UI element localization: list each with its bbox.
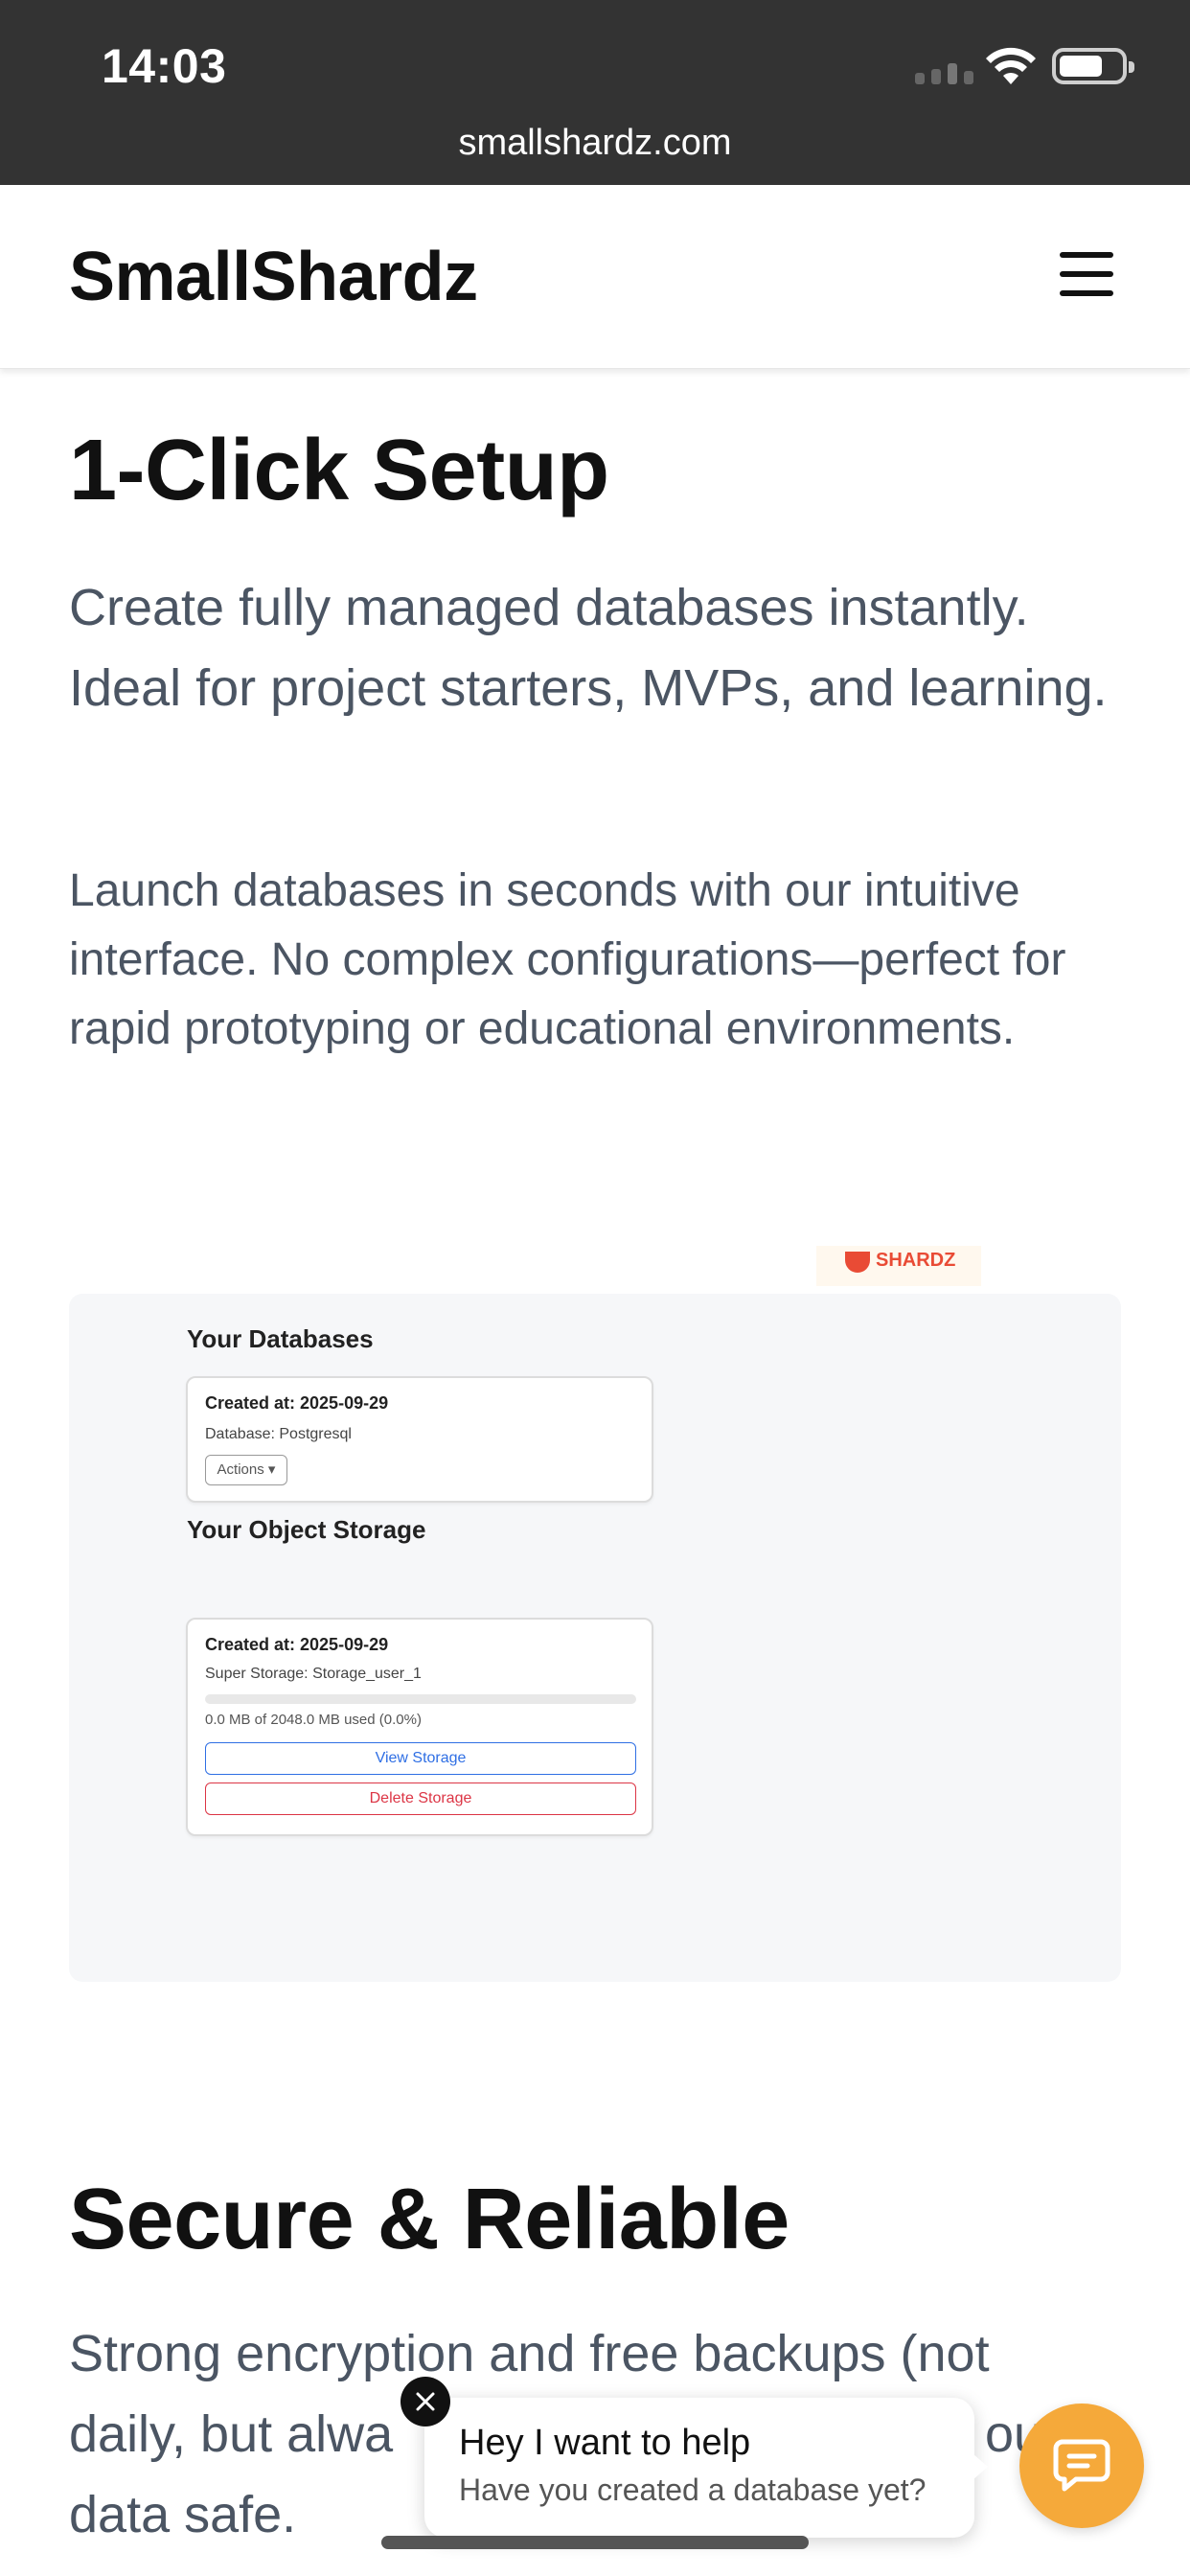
databases-heading: Your Databases xyxy=(187,1324,374,1353)
actions-dropdown: Actions ▾ xyxy=(205,1455,287,1485)
view-storage-button: View Storage xyxy=(205,1742,636,1775)
section-lead-setup: Create fully managed databases instantly… xyxy=(69,579,1108,717)
hamburger-menu-icon[interactable] xyxy=(1060,252,1113,296)
storage-usage-text: 0.0 MB of 2048.0 MB used (0.0%) xyxy=(205,1712,422,1728)
object-storage-heading: Your Object Storage xyxy=(187,1515,426,1544)
section-title-setup: 1-Click Setup xyxy=(69,423,609,518)
section-body-setup: Launch databases in seconds with our int… xyxy=(69,865,1066,1054)
preview-logo: SHARDZ xyxy=(816,1246,981,1286)
browser-status-bar: 14:03 smallshardz.com xyxy=(0,0,1190,185)
battery-icon xyxy=(1052,48,1134,84)
logo-icon xyxy=(845,1252,870,1273)
chat-greeting-subtitle: Have you created a database yet? xyxy=(459,2472,927,2507)
database-type: Database: Postgresql xyxy=(205,1426,352,1442)
storage-usage-bar xyxy=(205,1694,636,1704)
site-logo-text[interactable]: SmallShardz xyxy=(69,238,478,316)
chat-launcher-button[interactable] xyxy=(1019,2404,1144,2528)
address-bar-url[interactable]: smallshardz.com xyxy=(0,123,1190,164)
section-title-secure: Secure & Reliable xyxy=(69,2172,790,2267)
storage-name: Super Storage: Storage_user_1 xyxy=(205,1666,422,1682)
site-header: SmallShardz xyxy=(0,185,1190,369)
delete-storage-button: Delete Storage xyxy=(205,1782,636,1815)
section-body-secure-line2a: daily, but alwa xyxy=(69,2405,394,2463)
section-body-secure-line1: Strong encryption and free backups (not xyxy=(69,2325,990,2382)
close-icon[interactable] xyxy=(400,2377,450,2426)
storage-card: Created at: 2025-09-29 Super Storage: St… xyxy=(186,1618,653,1836)
database-created-date: Created at: 2025-09-29 xyxy=(205,1393,389,1413)
chat-greeting-title: Hey I want to help xyxy=(459,2423,751,2463)
cellular-signal-icon xyxy=(915,63,973,84)
clock: 14:03 xyxy=(102,39,227,93)
wifi-icon xyxy=(986,47,1036,84)
storage-created-date: Created at: 2025-09-29 xyxy=(205,1635,389,1654)
chat-greeting-popup[interactable]: Hey I want to help Have you created a da… xyxy=(424,2398,988,2538)
chat-icon xyxy=(1053,2439,1110,2492)
dashboard-preview-image: Your Databases Created at: 2025-09-29 Da… xyxy=(69,1294,1121,1982)
home-indicator xyxy=(381,2536,809,2549)
database-card: Created at: 2025-09-29 Database: Postgre… xyxy=(186,1376,653,1503)
